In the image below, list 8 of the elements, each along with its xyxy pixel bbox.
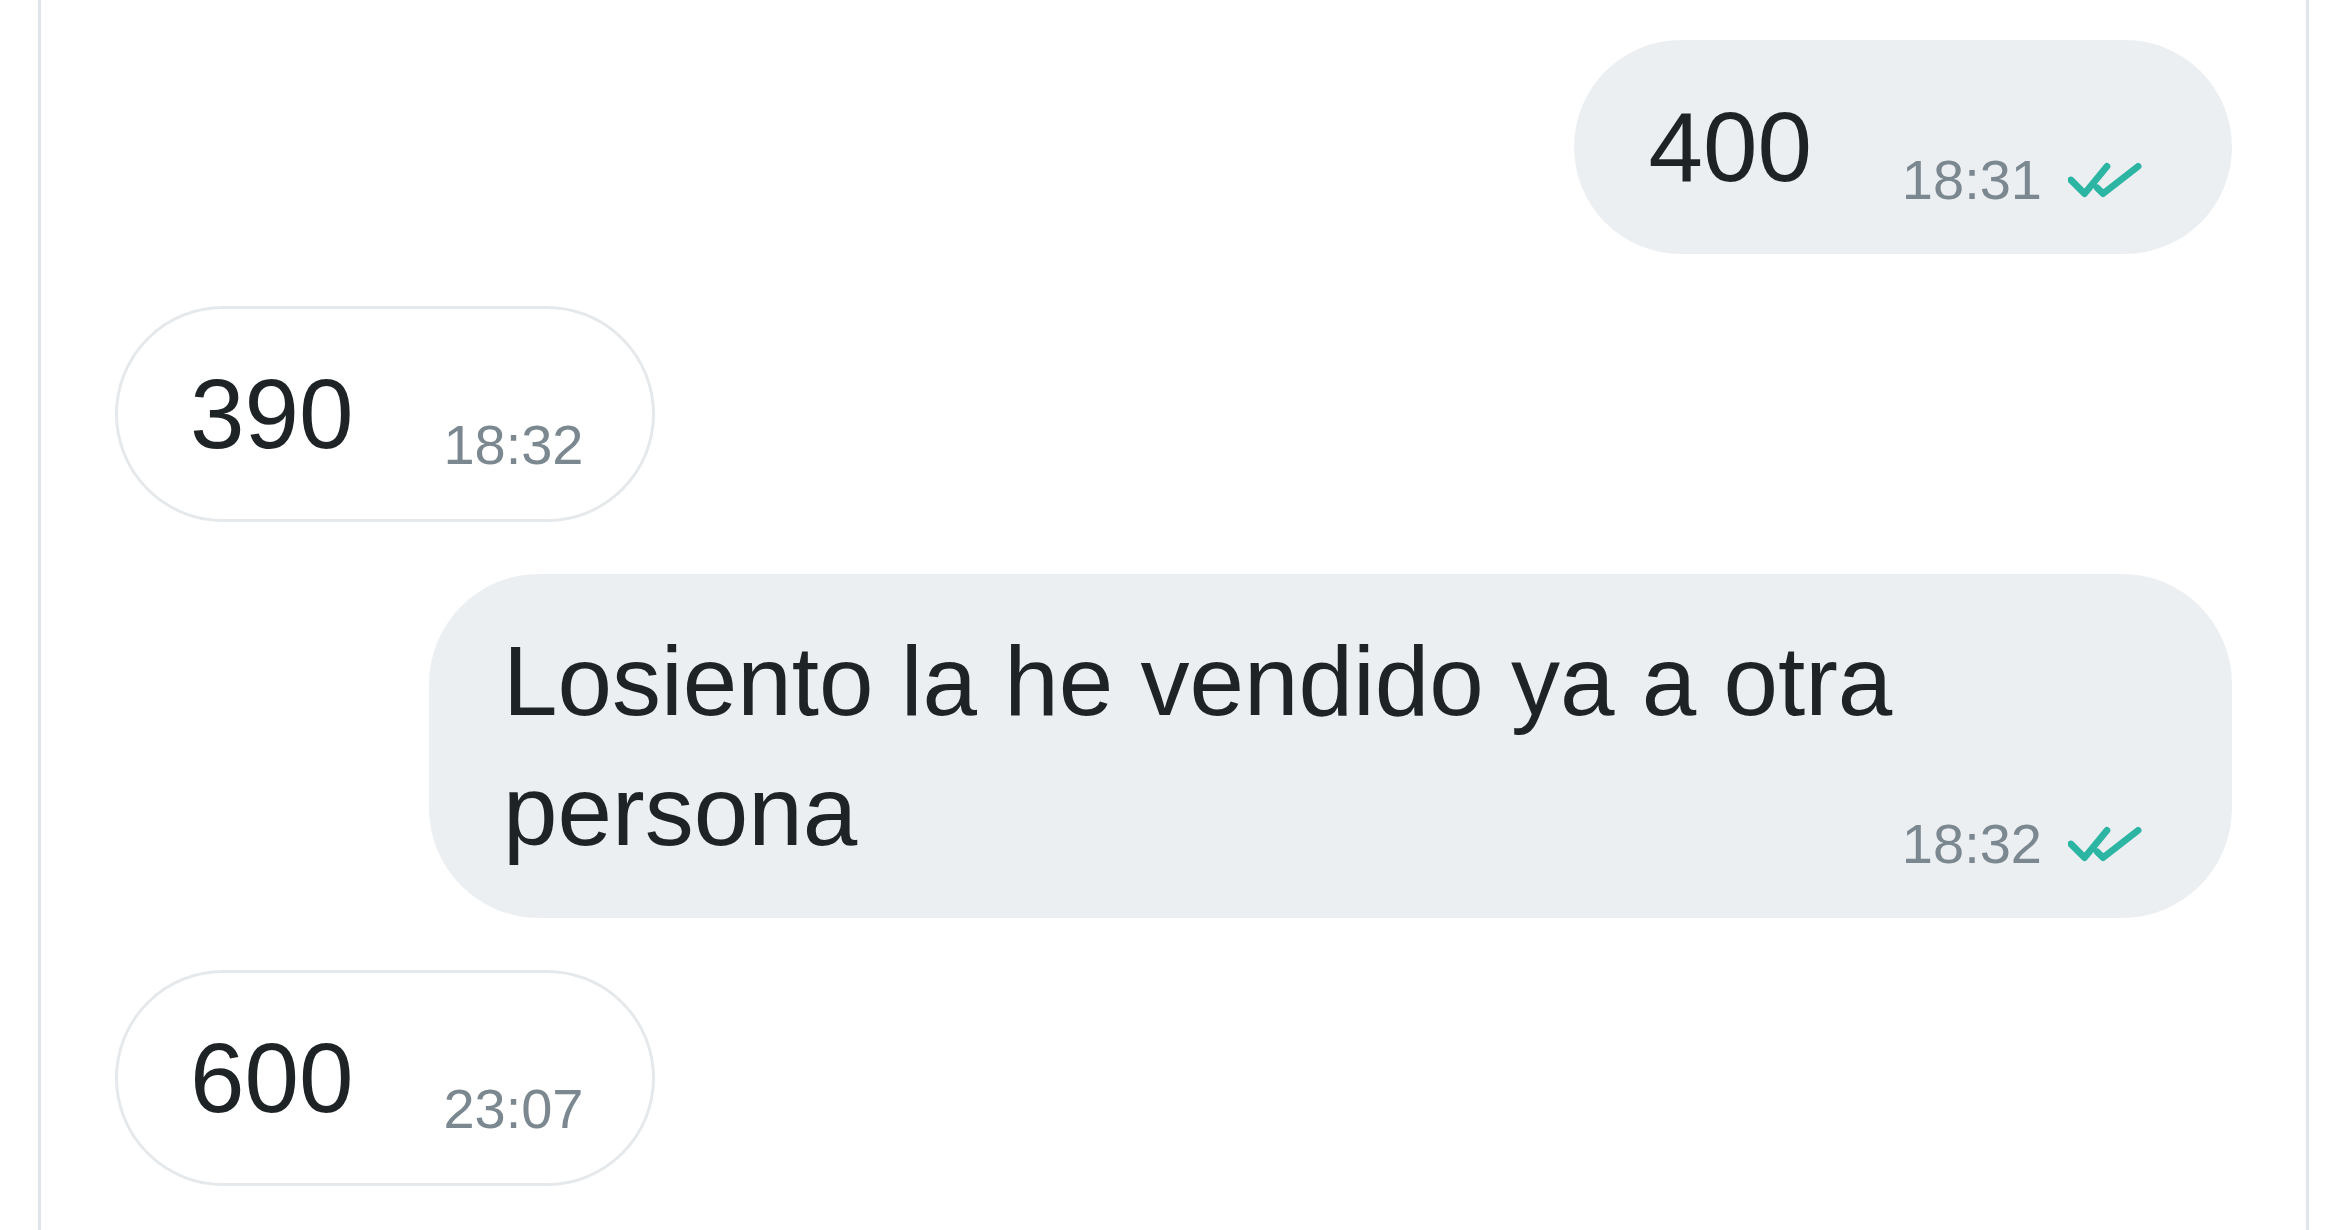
message-time: 18:31 xyxy=(1901,152,2042,208)
message-text: 400 xyxy=(1648,92,1812,202)
message-text: Losiento la he vendido ya a otra persona xyxy=(503,626,1893,866)
message-time: 23:07 xyxy=(443,1081,584,1137)
message-text: 600 xyxy=(190,1023,354,1133)
message-time: 18:32 xyxy=(1901,816,2042,872)
message-time: 18:32 xyxy=(443,417,584,473)
message-text: 390 xyxy=(190,359,354,469)
